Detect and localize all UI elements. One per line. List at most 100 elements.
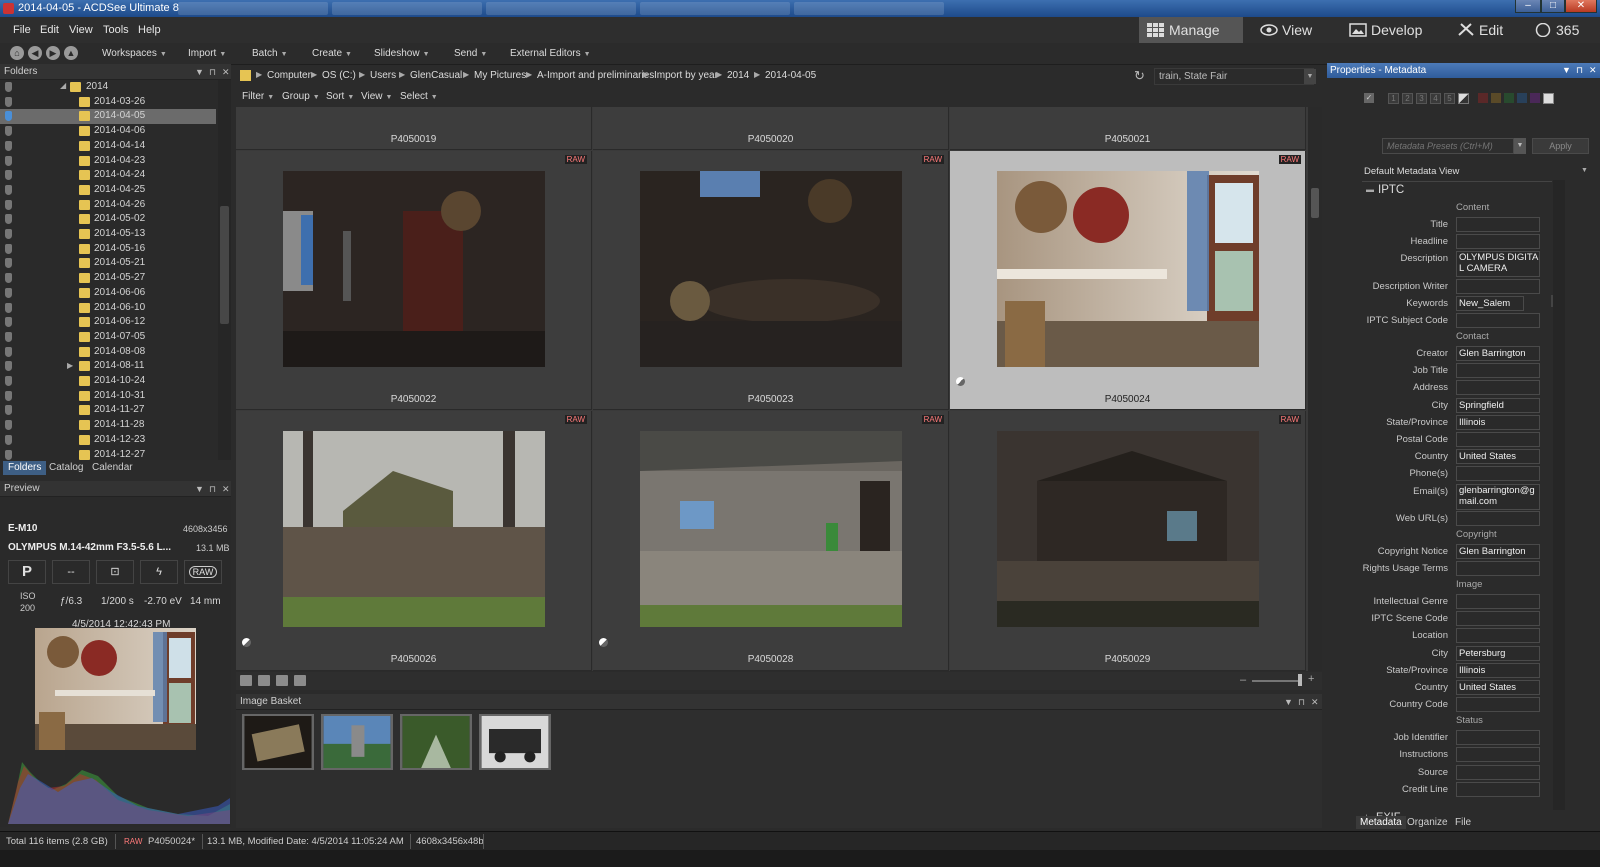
chevron-right-icon[interactable]: ▶ [399,70,405,79]
folder-tree-item[interactable]: 2014-05-16 [0,242,216,257]
pin-icon[interactable] [5,390,12,401]
filter-menu[interactable]: Filter ▼ [242,91,274,102]
pin-icon[interactable] [5,199,12,210]
metadata-field-input[interactable]: Petersburg [1456,645,1540,661]
chevron-right-icon[interactable]: ▶ [754,70,760,79]
mode-365-button[interactable]: 365 [1526,17,1596,43]
pin-icon[interactable] [5,155,12,166]
breadcrumb-item[interactable]: OS (C:) [322,70,356,81]
pin-icon[interactable] [5,273,12,284]
batch-menu[interactable]: Batch ▼ [252,48,288,59]
metadata-field-input[interactable] [1456,233,1540,249]
thumbnail-cell-selected[interactable]: RAW P4050024 [950,151,1306,410]
tab-metadata[interactable]: Metadata [1356,816,1406,829]
pin-icon[interactable]: ⊓ [1576,63,1583,78]
pin-icon[interactable] [5,449,12,460]
metadata-presets-input[interactable] [1382,138,1514,154]
collapse-icon[interactable]: ◢ [60,81,66,90]
folder-tree-item[interactable]: 2014-11-27 [0,403,216,418]
metadata-field-input[interactable]: Glen Barrington [1456,543,1540,559]
chevron-right-icon[interactable]: ▶ [526,70,532,79]
folder-tree-item[interactable]: 2014-07-05 [0,330,216,345]
thumbnail-cell[interactable]: P4050021 [950,107,1306,150]
pin-icon[interactable] [5,243,12,254]
rating-4-button[interactable]: 4 [1430,93,1441,104]
thumbnail-cell[interactable]: RAW P4050022 [236,151,592,410]
panel-menu-icon[interactable]: ▼ [195,64,204,80]
folder-tree-item[interactable]: 2014-04-24 [0,168,216,183]
folder-tree-item[interactable]: 2014-06-06 [0,286,216,301]
mode-develop-button[interactable]: Develop [1341,17,1445,43]
forward-icon[interactable]: ▶ [46,46,60,60]
tab-catalog[interactable]: Catalog [44,461,88,475]
pin-icon[interactable] [5,405,12,416]
back-icon[interactable]: ◀ [28,46,42,60]
chevron-right-icon[interactable]: ▶ [256,70,262,79]
pin-icon[interactable]: ⊓ [209,64,216,80]
breadcrumb-item[interactable]: My Pictures [474,70,526,81]
color-label-none[interactable] [1543,93,1554,104]
close-icon[interactable]: ✕ [1311,694,1319,710]
minimize-button[interactable]: – [1515,0,1541,13]
workspaces-menu[interactable]: Workspaces ▼ [102,48,167,59]
thumbnail-cell[interactable]: RAW P4050023 [593,151,949,410]
folder-tree-item[interactable]: 2014-10-31 [0,389,216,404]
metadata-field-input[interactable]: Illinois [1456,662,1540,678]
metadata-field-input[interactable] [1456,511,1540,526]
folder-tree-item[interactable]: 2014-04-14 [0,139,216,154]
zoom-out-icon[interactable]: – [1240,674,1246,686]
chevron-down-icon[interactable]: ▼ [1581,167,1588,174]
refresh-icon[interactable]: ↻ [1134,68,1145,84]
metadata-field-input[interactable] [1456,697,1540,713]
metadata-field-input[interactable]: Springfield [1456,397,1540,413]
iptc-section-title[interactable]: IPTC [1378,184,1404,196]
folders-scroll-thumb[interactable] [220,206,229,324]
folder-tree-item[interactable]: 2014-08-11 ▶ [0,359,216,374]
pin-icon[interactable] [5,82,12,92]
breadcrumb-item[interactable]: 2014-04-05 [765,70,816,81]
add-to-basket-icon[interactable] [240,675,252,686]
metadata-field-input[interactable]: Illinois [1456,414,1540,430]
metadata-field-input[interactable] [1456,278,1540,294]
color-label-purple[interactable] [1530,93,1540,103]
pin-icon[interactable] [5,111,12,122]
pin-icon[interactable] [5,214,12,225]
metadata-field-input[interactable]: glenbarrington@gmail.com [1456,483,1540,510]
menu-file[interactable]: File [13,24,31,36]
metadata-field-input[interactable] [1456,380,1540,396]
menu-help[interactable]: Help [138,24,161,36]
metadata-field-input[interactable] [1456,628,1540,644]
metadata-field-input[interactable]: OLYMPUS DIGITAL CAMERA [1456,251,1540,278]
panel-menu-icon[interactable]: ▼ [1284,694,1293,710]
thumbnail-size-slider[interactable] [1252,680,1302,682]
pin-icon[interactable]: ⊓ [1298,694,1305,710]
chevron-right-icon[interactable]: ▶ [311,70,317,79]
pin-icon[interactable] [5,258,12,269]
up-folder-icon[interactable]: ▲ [64,46,78,60]
view-menu[interactable]: View ▼ [361,91,392,102]
expand-icon[interactable]: ▶ [67,361,73,370]
breadcrumb-item[interactable]: GlenCasual [410,70,462,81]
search-dropdown-icon[interactable]: ▼ [1304,69,1316,84]
basket-thumbnail[interactable] [321,714,393,770]
folder-tree-item[interactable]: ◢ 2014 [0,80,216,95]
folder-tree-item[interactable]: 2014-04-23 [0,154,216,169]
breadcrumb-item[interactable]: Computer [267,70,311,81]
metadata-field-input[interactable] [1456,313,1540,328]
thumbnail-cell[interactable]: P4050019 [236,107,592,150]
color-label-green[interactable] [1504,93,1514,103]
quick-search-input[interactable] [1154,68,1314,85]
collapse-icon[interactable]: ▬ [1366,185,1374,194]
mode-view-button[interactable]: View [1252,17,1338,43]
folder-tree-item[interactable]: 2014-06-10 [0,301,216,316]
menu-edit[interactable]: Edit [40,24,59,36]
metadata-field-input[interactable] [1456,431,1540,447]
folder-tree-item[interactable]: 2014-05-13 [0,227,216,242]
home-icon[interactable]: ⌂ [10,46,24,60]
folder-tree-item[interactable]: 2014-10-24 [0,374,216,389]
metadata-field-input[interactable] [1456,363,1540,379]
properties-scrollbar[interactable] [1553,180,1565,810]
presets-dropdown-icon[interactable]: ▼ [1514,138,1526,154]
grid-scroll-thumb[interactable] [1311,188,1319,218]
basket-thumbnail[interactable] [479,714,551,770]
